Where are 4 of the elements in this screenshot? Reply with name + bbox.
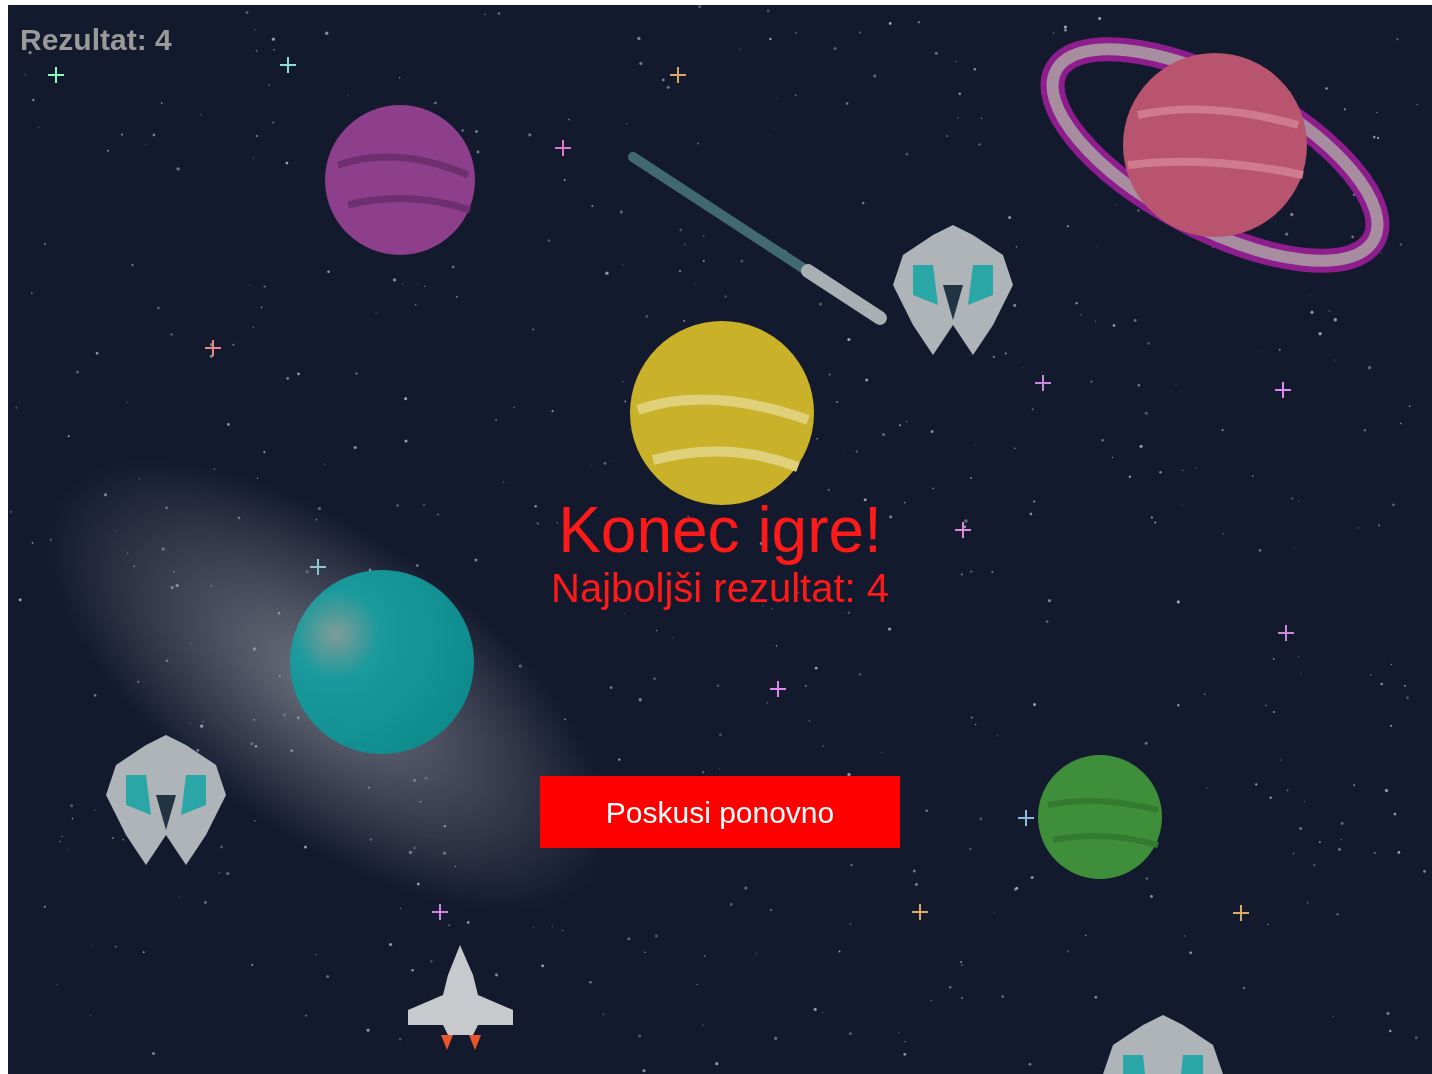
- best-score-label: Najboljši rezultat: 4: [551, 565, 889, 611]
- score-label: Rezultat: 4: [20, 22, 172, 58]
- retry-button[interactable]: Poskusi ponovno: [540, 776, 900, 848]
- game-over-title: Konec igre!: [558, 495, 882, 565]
